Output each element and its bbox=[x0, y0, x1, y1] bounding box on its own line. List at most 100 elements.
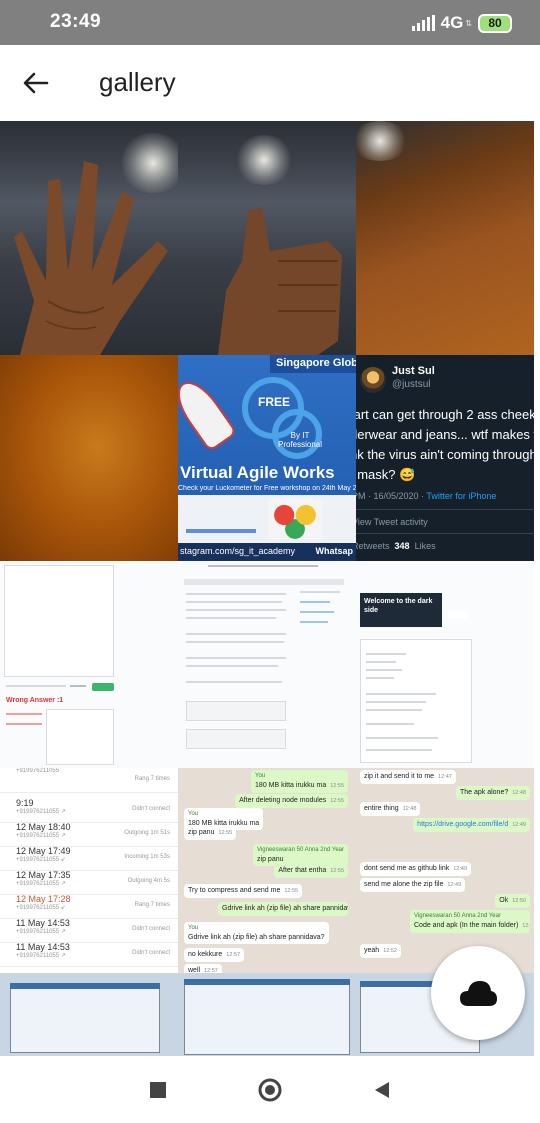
chat-text: Code and apk (In the main folder) bbox=[414, 922, 519, 929]
gallery-thumbnail-desktop-2[interactable] bbox=[178, 973, 356, 1056]
window-titlebar bbox=[184, 979, 350, 985]
chat-text: yeah bbox=[364, 947, 380, 954]
gallery-thumbnail-tweet[interactable]: Just Sul @justsul fart can get through 2… bbox=[356, 355, 534, 561]
triangle-back-icon bbox=[375, 1082, 389, 1098]
home-button[interactable] bbox=[250, 1070, 290, 1110]
chat-bubble: Try to compress and send me 12:55 bbox=[184, 884, 303, 898]
poster-byit-label: By IT Professional bbox=[278, 431, 323, 449]
chat-sender: Vigneeswaran 50 Anna 2nd Year bbox=[257, 847, 344, 853]
code-line bbox=[366, 661, 396, 663]
code-line bbox=[366, 737, 438, 739]
system-nav-bar bbox=[0, 1056, 540, 1123]
avatar bbox=[360, 367, 386, 393]
tweet-time: PM · 16/05/2020 · bbox=[356, 491, 427, 501]
call-log-screenshot: +919976211055 Rang 7 times 9:19 +9199762110… bbox=[0, 768, 178, 973]
code-line bbox=[366, 709, 422, 711]
submit-button-graphic bbox=[92, 683, 114, 691]
code-sample bbox=[186, 729, 286, 749]
chat-time: 12:55 bbox=[330, 868, 344, 874]
call-log-row: 11 May 14:53 +919976211055 ↗ Didn't connec… bbox=[0, 918, 178, 944]
tweet-line: fart can get through 2 ass cheek bbox=[356, 407, 534, 422]
call-status: Outgoing 1m 51s bbox=[124, 830, 170, 836]
chat-time: 12:55 bbox=[284, 888, 299, 894]
chat-time: 12:49 bbox=[453, 866, 467, 872]
monitor-graphic bbox=[184, 979, 350, 1055]
chat-bubble: no kekkure 12:57 bbox=[184, 948, 245, 962]
tweet-line: derwear and jeans... wtf makes y' bbox=[356, 427, 534, 442]
chat-text: After deleting node modules bbox=[239, 797, 327, 804]
gallery-thumbnail-desktop-1[interactable] bbox=[0, 973, 178, 1056]
chat-bubble: After deleting node modules 12:55 bbox=[235, 794, 348, 808]
status-time: 23:49 bbox=[50, 11, 102, 32]
chat-bubble: Ok 12:50 bbox=[495, 894, 530, 908]
battery-level: 80 bbox=[488, 16, 502, 30]
chat-time: 12:55 bbox=[330, 783, 344, 789]
divider bbox=[356, 509, 534, 510]
dark-popup-title: Welcome to the dark side bbox=[364, 598, 433, 614]
chat-text: dont send me as github link bbox=[364, 865, 450, 872]
chat-bubble: You 180 MB kitta irukku ma 12:55 bbox=[251, 770, 348, 793]
tweet-line: t mask? 😅 bbox=[356, 467, 416, 482]
tweet-source: Twitter for iPhone bbox=[426, 491, 497, 501]
gallery-thumbnail-agile-poster[interactable]: Singapore Global FREE By IT Professional… bbox=[178, 355, 356, 561]
poster-footer: stagram.com/sg_it_academy Whatsap bbox=[178, 543, 356, 561]
circle-icon bbox=[258, 1078, 282, 1102]
call-status: Rang 7 times bbox=[134, 902, 170, 908]
chat-text: zip it and send it to me bbox=[364, 773, 435, 780]
status-indicators: 4G ⇅ 80 bbox=[411, 12, 512, 34]
gallery-thumbnail-hand-closeup[interactable] bbox=[356, 121, 534, 355]
chat-time: 12:55 bbox=[218, 830, 233, 836]
code-sample bbox=[186, 701, 286, 721]
text-line bbox=[186, 593, 286, 595]
gallery-thumbnail-hand-open[interactable] bbox=[0, 121, 178, 355]
poster-title: Virtual Agile Works bbox=[180, 463, 335, 482]
chat-text: Gdrive link ah (zip file) ah share panni… bbox=[222, 905, 348, 912]
call-log-row: 11 May 14:53 +919976211055 ↗ Didn't connec… bbox=[0, 942, 178, 968]
gallery-thumbnail-editor-screenshot[interactable]: Welcome to the dark side bbox=[356, 561, 534, 768]
system-back-button[interactable] bbox=[362, 1070, 402, 1110]
back-button[interactable] bbox=[18, 65, 54, 101]
call-status: Rang 7 times bbox=[134, 776, 170, 782]
gallery-grid: Singapore Global FREE By IT Professional… bbox=[0, 121, 534, 1056]
recents-button[interactable] bbox=[138, 1070, 178, 1110]
gallery-thumbnail-orange-blur[interactable] bbox=[0, 355, 178, 561]
gallery-thumbnail-chat-2[interactable]: zip it and send it to me 12:47 The apk alo… bbox=[356, 768, 534, 973]
code-line bbox=[366, 677, 394, 679]
call-log-row: 9:19 +919976211055 ↗ Didn't connect bbox=[0, 798, 178, 824]
tweet-meta: PM · 16/05/2020 · Twitter for iPhone bbox=[356, 491, 496, 501]
photo-background bbox=[0, 355, 178, 561]
gallery-thumbnail-quiz-screenshot[interactable]: Wrong Answer :1 bbox=[0, 561, 178, 768]
text-line bbox=[186, 665, 278, 667]
call-log-row: 12 May 18:40 +919976211055 ↗ Outgoing 1m 5… bbox=[0, 822, 178, 848]
gallery-thumbnail-thumbs-up[interactable] bbox=[178, 121, 356, 355]
chat-text: The apk alone? bbox=[459, 789, 509, 796]
cloud-upload-button[interactable] bbox=[431, 946, 525, 1040]
window-titlebar bbox=[10, 983, 160, 989]
text-line bbox=[186, 657, 286, 659]
retweets-count: 348 bbox=[394, 541, 410, 551]
chat-time: 12:49 bbox=[447, 882, 462, 888]
poster-footer-right: Whatsap bbox=[315, 546, 353, 556]
tweet-text: fart can get through 2 ass cheek derwear… bbox=[356, 405, 534, 485]
chat-time: 12:47 bbox=[438, 774, 452, 780]
chat-sender: You bbox=[188, 925, 199, 931]
chat-text: After that entha bbox=[278, 867, 327, 874]
call-number: +919976211055 bbox=[16, 768, 60, 774]
poster-free-label: FREE bbox=[258, 395, 291, 409]
text-line bbox=[186, 609, 286, 611]
chat-bubble: Gdrive link ah (zip file) ah share panni… bbox=[218, 902, 348, 916]
code-line bbox=[366, 669, 402, 671]
tweet-background: Just Sul @justsul fart can get through 2… bbox=[356, 355, 534, 561]
gallery-thumbnail-call-log[interactable]: +919976211055 Rang 7 times 9:19 +9199762110… bbox=[0, 768, 178, 973]
chat-bubble: Vigneeswaran 50 Anna 2nd Year Code and ap… bbox=[410, 910, 530, 933]
data-activity-icon: ⇅ bbox=[465, 18, 472, 28]
gallery-thumbnail-chat-1[interactable]: You 180 MB kitta irukku ma 12:55 After dele… bbox=[178, 768, 356, 973]
code-line bbox=[366, 701, 426, 703]
text-line bbox=[186, 601, 282, 603]
chat-text: https://drive.google.com/file/d bbox=[417, 821, 509, 828]
divider bbox=[0, 792, 178, 793]
code-line bbox=[366, 749, 432, 751]
call-status: Didn't connect bbox=[132, 926, 170, 932]
gallery-thumbnail-problem-screenshot[interactable] bbox=[178, 561, 356, 768]
likes-label: Likes bbox=[414, 541, 436, 551]
